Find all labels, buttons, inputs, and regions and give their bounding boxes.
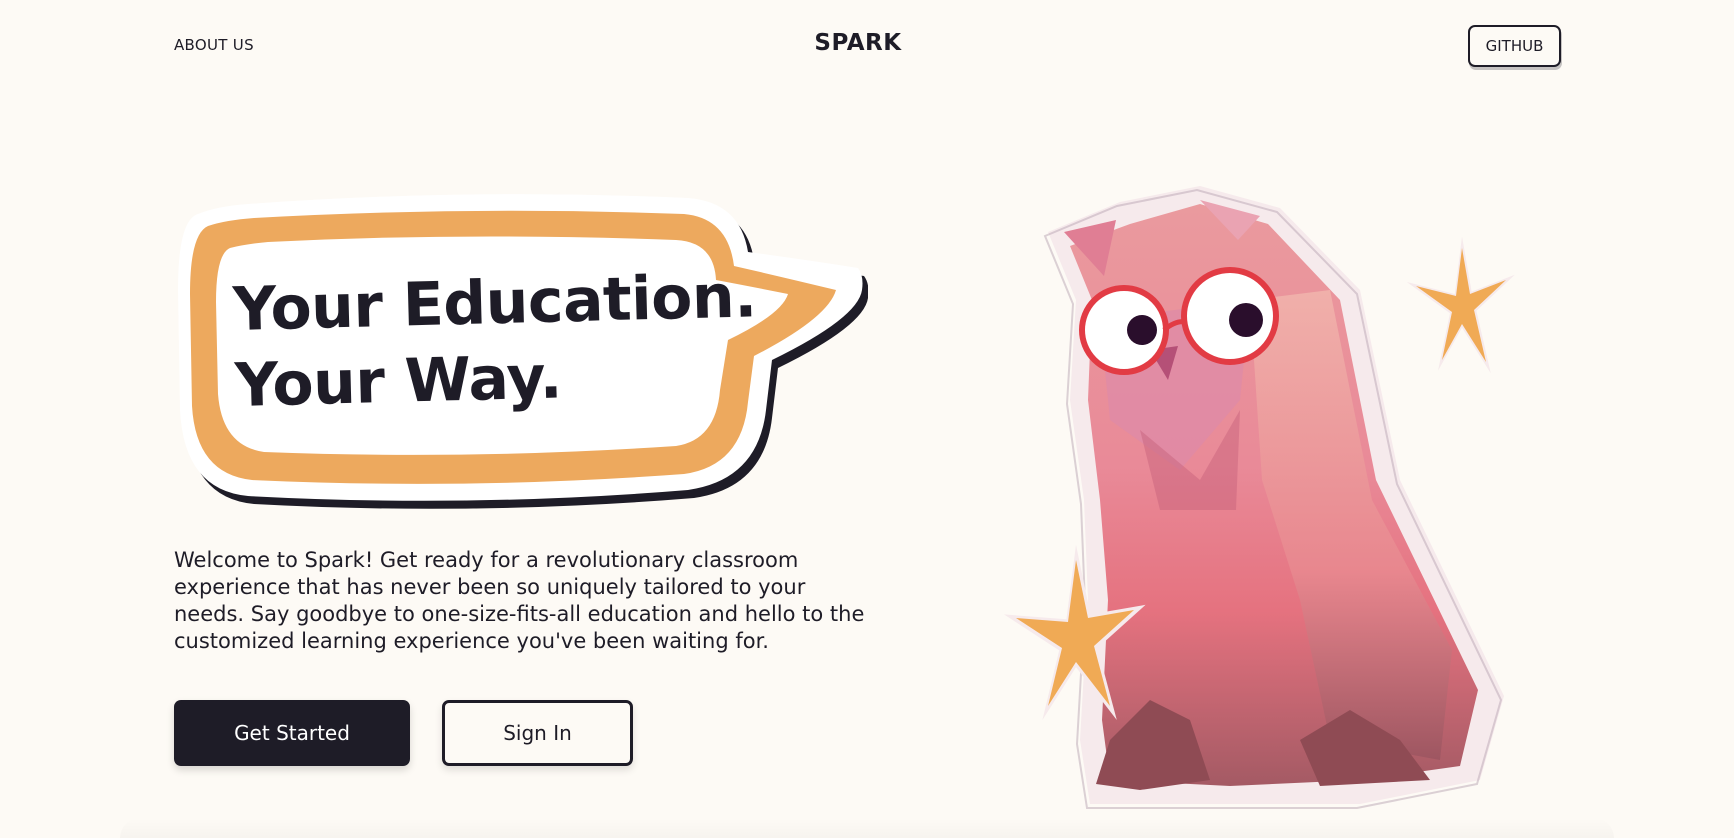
headline-line-1: Your Education. [232,261,758,345]
hero-headline: Your Education. Your Way. [232,258,758,424]
get-started-button[interactable]: Get Started [174,700,410,766]
bottom-shadow-divider [120,818,1614,838]
brand-logo: SPARK [814,30,902,56]
sign-in-button[interactable]: Sign In [442,700,633,766]
intro-paragraph: Welcome to Spark! Get ready for a revolu… [174,548,865,653]
landing-page: ABOUT US SPARK GITHUB Your Education. Yo… [0,0,1734,838]
owl-illustration [1000,180,1520,820]
headline-line-2: Your Way. [234,342,563,421]
github-button[interactable]: GITHUB [1468,25,1561,67]
